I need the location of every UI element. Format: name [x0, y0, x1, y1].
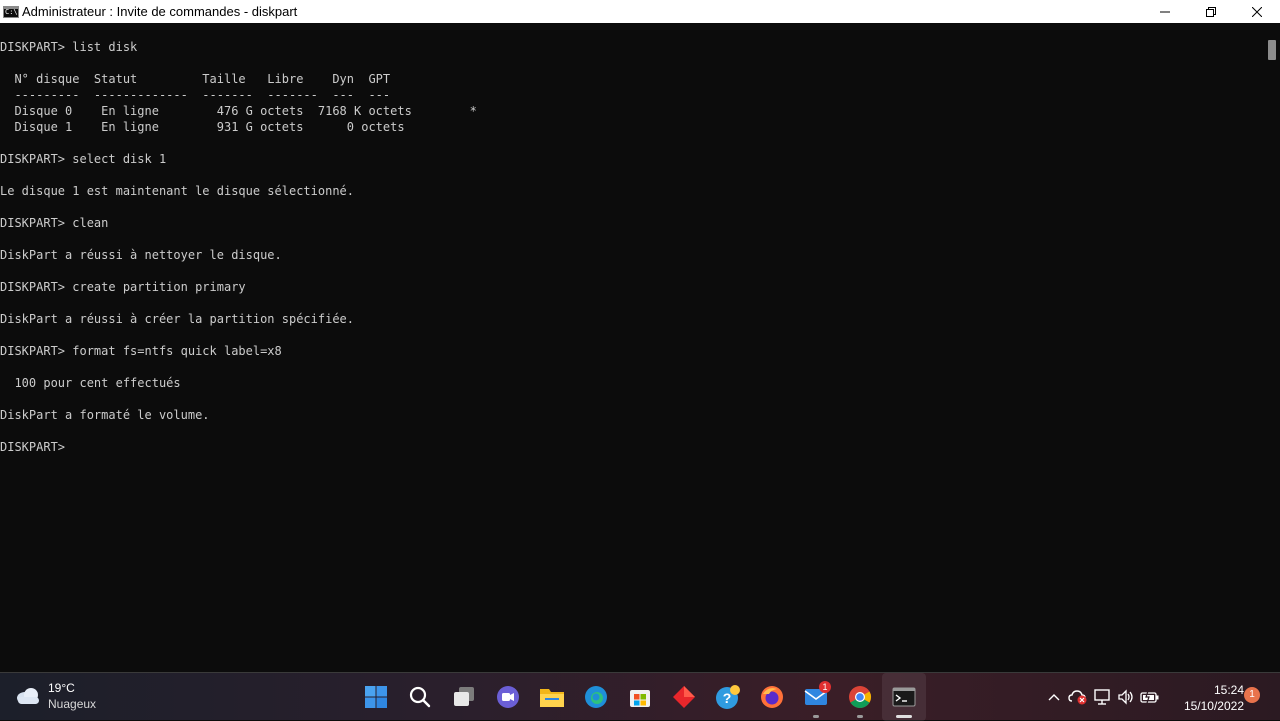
mail-badge: 1 — [819, 681, 831, 693]
console-line: DiskPart a réussi à créer la partition s… — [0, 312, 355, 326]
battery-status[interactable] — [1138, 673, 1162, 721]
window-title: Administrateur : Invite de commandes - d… — [22, 4, 298, 19]
teams-chat-button[interactable] — [486, 673, 530, 721]
help-app-button[interactable]: ? — [706, 673, 750, 721]
console-line: N° disque Statut Taille Libre Dyn GPT — [0, 72, 391, 86]
running-indicator — [857, 715, 863, 718]
mail-button[interactable]: 1 — [794, 673, 838, 721]
console-output[interactable]: DISKPART> list disk N° disque Statut Tai… — [0, 39, 1262, 669]
onedrive-error-icon — [1068, 690, 1087, 705]
minimize-button[interactable] — [1142, 0, 1188, 23]
clock-date: 15/10/2022 — [1183, 699, 1244, 713]
minimize-icon — [1160, 11, 1170, 12]
help-icon: ? — [716, 685, 740, 709]
console-line: DISKPART> create partition primary — [0, 280, 246, 294]
chat-icon — [497, 686, 519, 708]
edge-button[interactable] — [574, 673, 618, 721]
firefox-icon — [761, 686, 783, 708]
active-indicator — [896, 715, 912, 718]
weather-text: 19°C Nuageux — [48, 680, 96, 712]
search-icon — [409, 686, 431, 708]
search-button[interactable] — [398, 673, 442, 721]
terminal-button[interactable] — [882, 673, 926, 721]
clock[interactable]: 15:24 15/10/2022 — [1170, 682, 1244, 714]
show-hidden-icons-button[interactable] — [1042, 673, 1066, 721]
chrome-icon — [849, 686, 871, 708]
app-red-button[interactable] — [662, 673, 706, 721]
console-line: DISKPART> clean — [0, 216, 109, 230]
cloud-icon — [17, 688, 39, 704]
battery-icon — [1140, 690, 1159, 704]
console-line: DISKPART> format fs=ntfs quick label=x8 — [0, 344, 282, 358]
console-line: Le disque 1 est maintenant le disque sél… — [0, 184, 355, 198]
running-indicator — [813, 715, 819, 718]
console-line: 100 pour cent effectués — [0, 376, 181, 390]
firefox-button[interactable] — [750, 673, 794, 721]
edge-icon — [585, 686, 607, 708]
weather-condition: Nuageux — [48, 697, 97, 711]
title-bar[interactable]: C:\ Administrateur : Invite de commandes… — [0, 0, 1280, 23]
console-line: Disque 0 En ligne 476 G octets 7168 K oc… — [0, 104, 477, 118]
windows-logo-icon — [365, 686, 387, 708]
folder-icon — [540, 689, 564, 707]
terminal-icon — [892, 687, 916, 707]
start-button[interactable] — [354, 673, 398, 721]
volume-control[interactable] — [1114, 673, 1138, 721]
console-line: DiskPart a réussi à nettoyer le disque. — [0, 248, 282, 262]
cmd-app-icon: C:\ — [3, 5, 19, 18]
cmd-window: C:\ Administrateur : Invite de commandes… — [0, 0, 1280, 672]
taskbar: 19°C Nuageux ? 1 15:24 15/10/2022 — [0, 672, 1280, 721]
notification-badge[interactable]: 1 — [1244, 687, 1260, 703]
console-line: DiskPart a formaté le volume. — [0, 408, 210, 422]
weather-temp: 19°C — [48, 681, 75, 695]
console-line: DISKPART> list disk — [0, 40, 138, 54]
network-icon — [1094, 689, 1110, 705]
console-line: DISKPART> select disk 1 — [0, 152, 167, 166]
console-line: Disque 1 En ligne 931 G octets 0 octets — [0, 120, 405, 134]
chevron-up-icon — [1048, 694, 1060, 701]
volume-icon — [1118, 689, 1133, 705]
clock-time: 15:24 — [1213, 683, 1244, 697]
onedrive-status[interactable] — [1066, 673, 1090, 721]
console-line: --------- ------------- ------- ------- … — [0, 88, 391, 102]
task-view-icon — [454, 687, 474, 706]
red-diamond-icon — [673, 686, 695, 708]
taskbar-apps: ? 1 — [354, 673, 926, 721]
maximize-button[interactable] — [1188, 0, 1234, 23]
window-controls — [1142, 0, 1280, 23]
maximize-icon — [1206, 6, 1216, 17]
close-icon — [1252, 6, 1262, 17]
network-status[interactable] — [1090, 673, 1114, 721]
vertical-scrollbar[interactable] — [1263, 23, 1280, 672]
system-tray — [1042, 673, 1162, 721]
task-view-button[interactable] — [442, 673, 486, 721]
console-line: DISKPART> — [0, 440, 66, 454]
chrome-button[interactable] — [838, 673, 882, 721]
weather-widget[interactable]: 19°C Nuageux — [14, 680, 96, 712]
file-explorer-button[interactable] — [530, 673, 574, 721]
scrollbar-thumb[interactable] — [1268, 40, 1276, 60]
store-icon — [630, 690, 650, 707]
store-button[interactable] — [618, 673, 662, 721]
close-button[interactable] — [1234, 0, 1280, 23]
svg-text:?: ? — [723, 690, 732, 706]
